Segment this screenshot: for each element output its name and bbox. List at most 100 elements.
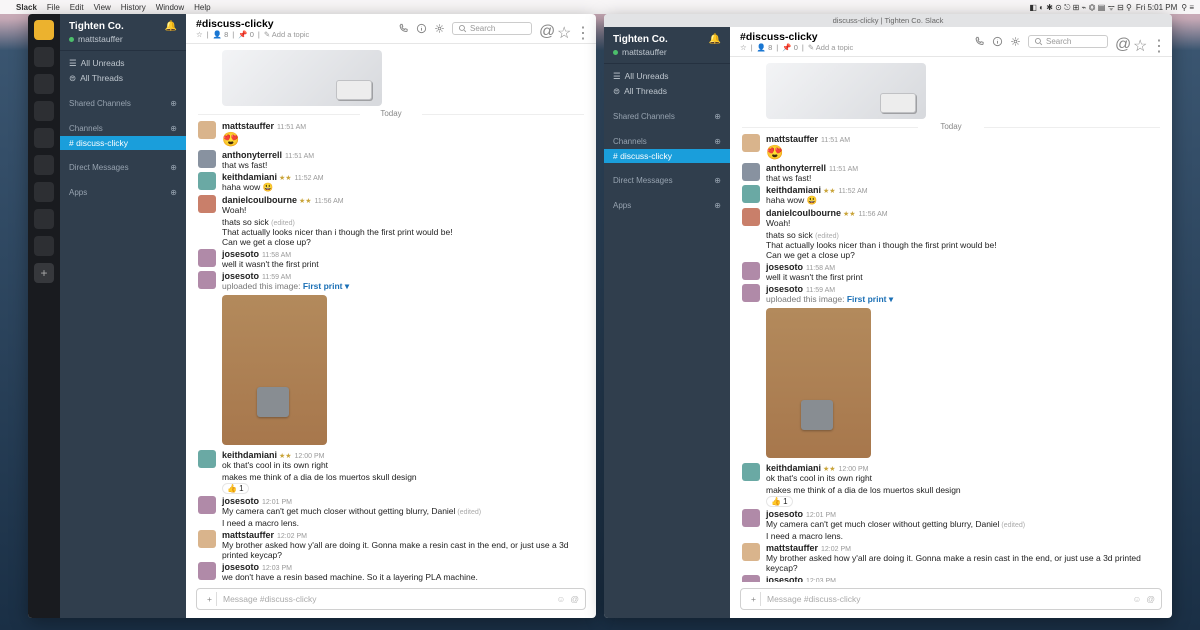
workspace-icon[interactable] <box>34 101 54 121</box>
file-link[interactable]: First print ▾ <box>303 281 349 291</box>
avatar[interactable] <box>198 150 216 168</box>
message-author[interactable]: josesoto <box>222 496 259 506</box>
add-topic-link[interactable]: ✎ Add a topic <box>808 43 854 52</box>
avatar[interactable] <box>742 134 760 152</box>
message-author[interactable]: josesoto <box>766 284 803 294</box>
message-composer[interactable]: + Message #discuss-clicky ☺@ <box>196 588 586 610</box>
message-author[interactable]: keithdamiani <box>222 450 277 460</box>
sidebar-item-unreads[interactable]: ☰ All Unreads <box>60 56 186 71</box>
workspace-icon[interactable] <box>34 236 54 256</box>
sidebar-channels-head[interactable]: Channels⊕ <box>604 134 730 149</box>
menu-item[interactable]: Help <box>194 3 210 12</box>
avatar[interactable] <box>198 172 216 190</box>
more-icon[interactable]: ⋮ <box>575 23 586 34</box>
phone-icon[interactable] <box>398 23 409 34</box>
sidebar-apps-head[interactable]: Apps⊕ <box>60 185 186 200</box>
search-input[interactable]: Search <box>452 22 532 35</box>
gear-icon[interactable] <box>1010 36 1021 47</box>
message-list[interactable]: Today mattstauffer11:51 AM😍anthonyterrel… <box>186 44 596 582</box>
sidebar-dms-head[interactable]: Direct Messages⊕ <box>60 160 186 175</box>
gear-icon[interactable] <box>434 23 445 34</box>
workspace-name[interactable]: Tighten Co. 🔔 <box>69 21 177 32</box>
file-link[interactable]: First print ▾ <box>847 294 893 304</box>
avatar[interactable] <box>198 450 216 468</box>
info-icon[interactable] <box>416 23 427 34</box>
avatar[interactable] <box>742 463 760 481</box>
pin-count[interactable]: 📌 0 <box>238 30 254 39</box>
add-topic-link[interactable]: ✎ Add a topic <box>264 30 310 39</box>
avatar[interactable] <box>742 262 760 280</box>
message-author[interactable]: josesoto <box>222 562 259 572</box>
image-attachment[interactable] <box>766 63 926 119</box>
avatar[interactable] <box>198 271 216 289</box>
message-composer[interactable]: + Message #discuss-clicky ☺@ <box>740 588 1162 610</box>
sidebar-apps-head[interactable]: Apps⊕ <box>604 198 730 213</box>
avatar[interactable] <box>742 163 760 181</box>
add-workspace-button[interactable]: + <box>34 263 54 283</box>
avatar[interactable] <box>198 195 216 213</box>
message-author[interactable]: keithdamiani <box>766 463 821 473</box>
menu-item[interactable]: Window <box>156 3 184 12</box>
bell-icon[interactable]: 🔔 <box>709 34 721 45</box>
sidebar-dms-head[interactable]: Direct Messages⊕ <box>604 173 730 188</box>
message-author[interactable]: anthonyterrell <box>222 150 282 160</box>
message-author[interactable]: danielcoulbourne <box>766 208 841 218</box>
channel-name[interactable]: #discuss-clicky <box>196 18 309 30</box>
star-channel-icon[interactable]: ☆ <box>557 23 568 34</box>
emoji-button[interactable]: ☺ <box>1133 594 1142 604</box>
message-author[interactable]: josesoto <box>766 509 803 519</box>
avatar[interactable] <box>198 530 216 548</box>
image-attachment[interactable] <box>222 50 382 106</box>
member-count[interactable]: 👤 8 <box>213 30 229 39</box>
sidebar-channels-head[interactable]: Channels⊕ <box>60 121 186 136</box>
message-author[interactable]: mattstauffer <box>766 134 818 144</box>
message-list[interactable]: Today mattstauffer11:51 AM😍anthonyterrel… <box>730 57 1172 582</box>
avatar[interactable] <box>742 575 760 582</box>
member-count[interactable]: 👤 8 <box>757 43 773 52</box>
message-author[interactable]: anthonyterrell <box>766 163 826 173</box>
workspace-icon[interactable] <box>34 209 54 229</box>
sidebar-item-threads[interactable]: ⊜ All Threads <box>604 84 730 99</box>
more-icon[interactable]: ⋮ <box>1151 36 1162 47</box>
message-author[interactable]: mattstauffer <box>222 530 274 540</box>
avatar[interactable] <box>198 249 216 267</box>
sidebar-shared-head[interactable]: Shared Channels⊕ <box>604 109 730 124</box>
workspace-icon[interactable] <box>34 47 54 67</box>
menubar-app[interactable]: Slack <box>16 3 37 12</box>
star-channel-icon[interactable]: ☆ <box>1133 36 1144 47</box>
mentions-icon[interactable]: @ <box>539 23 550 34</box>
workspace-icon[interactable] <box>34 74 54 94</box>
reaction-chip[interactable]: 👍 1 <box>222 483 249 494</box>
avatar[interactable] <box>742 185 760 203</box>
menu-item[interactable]: View <box>94 3 111 12</box>
reaction-chip[interactable]: 👍 1 <box>766 496 793 507</box>
sidebar-channel-active[interactable]: # discuss-clicky <box>60 136 186 150</box>
info-icon[interactable] <box>992 36 1003 47</box>
message-author[interactable]: danielcoulbourne <box>222 195 297 205</box>
channel-name[interactable]: #discuss-clicky <box>740 31 853 43</box>
message-author[interactable]: josesoto <box>222 271 259 281</box>
message-author[interactable]: josesoto <box>766 262 803 272</box>
star-icon[interactable]: ☆ <box>196 30 203 39</box>
current-user[interactable]: mattstauffer <box>622 47 667 57</box>
message-author[interactable]: keithdamiani <box>766 185 821 195</box>
workspace-icon[interactable] <box>34 20 54 40</box>
workspace-icon[interactable] <box>34 155 54 175</box>
search-input[interactable]: Search <box>1028 35 1108 48</box>
message-author[interactable]: josesoto <box>222 249 259 259</box>
avatar[interactable] <box>742 208 760 226</box>
menu-item[interactable]: File <box>47 3 60 12</box>
avatar[interactable] <box>198 121 216 139</box>
sidebar-shared-head[interactable]: Shared Channels⊕ <box>60 96 186 111</box>
phone-icon[interactable] <box>974 36 985 47</box>
message-author[interactable]: mattstauffer <box>222 121 274 131</box>
pin-count[interactable]: 📌 0 <box>782 43 798 52</box>
image-attachment[interactable] <box>222 295 327 445</box>
mentions-icon[interactable]: @ <box>1115 36 1126 47</box>
message-author[interactable]: josesoto <box>766 575 803 582</box>
message-author[interactable]: keithdamiani <box>222 172 277 182</box>
avatar[interactable] <box>742 509 760 527</box>
star-icon[interactable]: ☆ <box>740 43 747 52</box>
workspace-icon[interactable] <box>34 182 54 202</box>
attach-button[interactable]: + <box>747 592 761 606</box>
